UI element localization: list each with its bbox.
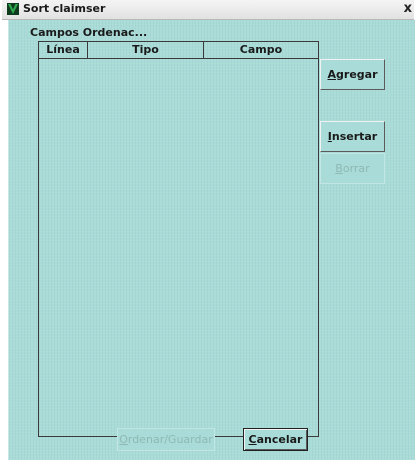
app-logo-icon <box>7 3 19 15</box>
table-header: Línea Tipo Campo <box>39 42 318 59</box>
ordenar-mnemonic: O <box>119 433 128 446</box>
ordenar-label: rdenar/Guardar <box>127 433 213 446</box>
insertar-button[interactable]: Insertar <box>320 121 385 152</box>
borrar-button[interactable]: Borrar <box>320 153 385 184</box>
sort-fields-table[interactable]: Línea Tipo Campo <box>38 41 319 437</box>
cancelar-label: ancelar <box>256 433 303 446</box>
title-bar[interactable]: Sort claimser x <box>2 0 414 20</box>
cancelar-mnemonic: C <box>248 433 257 446</box>
cancelar-button[interactable]: Cancelar <box>243 428 308 451</box>
ordenar-guardar-button[interactable]: Ordenar/Guardar <box>117 428 215 451</box>
sort-fields-label: Campos Ordenac... <box>30 26 148 39</box>
sort-dialog-window: Sort claimser x Campos Ordenac... Línea … <box>2 0 415 462</box>
agregar-mnemonic: A <box>327 68 337 81</box>
column-header-campo[interactable]: Campo <box>204 42 318 58</box>
insertar-label: nsertar <box>331 130 378 143</box>
agregar-label: gregar <box>336 68 378 81</box>
dialog-body: Campos Ordenac... Línea Tipo Campo Agreg… <box>8 20 415 460</box>
column-header-tipo[interactable]: Tipo <box>88 42 204 58</box>
column-header-linea[interactable]: Línea <box>39 42 88 58</box>
table-body[interactable] <box>39 59 318 436</box>
window-title: Sort claimser <box>23 2 106 15</box>
agregar-button[interactable]: Agregar <box>320 59 385 90</box>
borrar-mnemonic: B <box>335 162 343 175</box>
close-icon[interactable]: x <box>404 1 412 17</box>
borrar-label: orrar <box>342 162 370 175</box>
